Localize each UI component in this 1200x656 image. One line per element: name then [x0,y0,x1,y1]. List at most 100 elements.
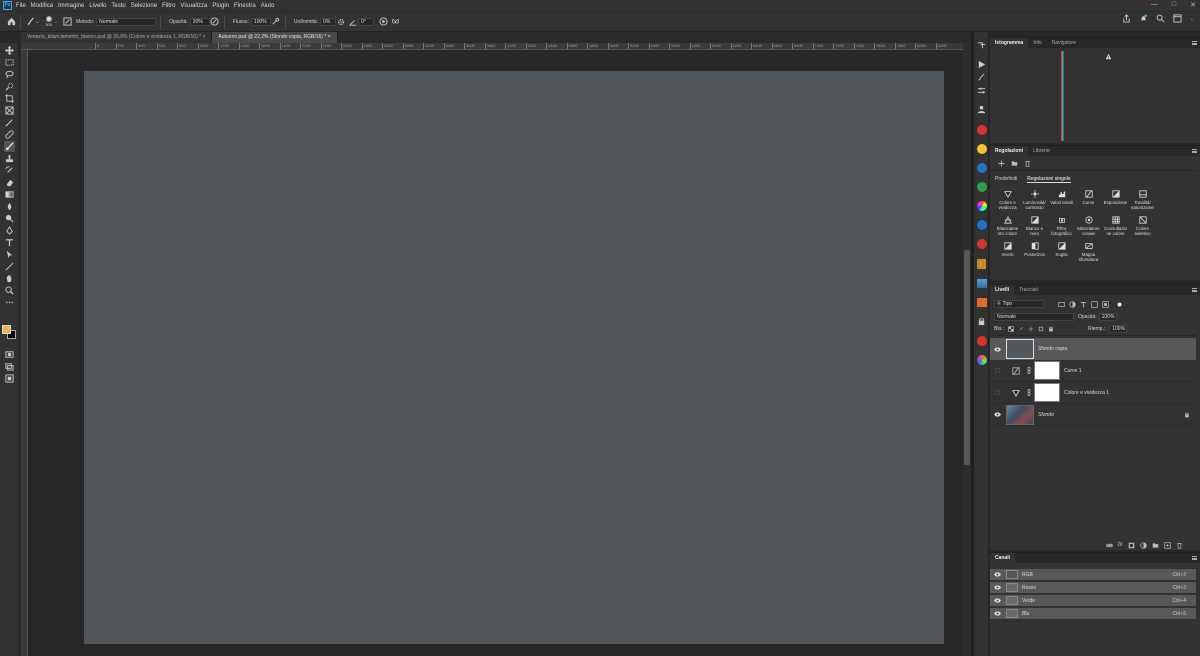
visibility-eye-icon[interactable] [993,410,1002,419]
brush-tool-icon[interactable] [4,141,15,152]
plugin-yellow-icon[interactable] [976,143,987,154]
new-group-folder-icon[interactable] [1152,542,1159,549]
layer-name[interactable]: Sfondo [1038,412,1054,418]
close-icon[interactable]: ✕ [1190,1,1196,9]
plugin-orange-icon[interactable] [976,258,987,269]
blend-mode-select[interactable]: Normale [994,313,1074,321]
warning-icon[interactable] [1105,53,1112,60]
pressure-opacity-icon[interactable] [210,17,220,27]
crop-tool-icon[interactable] [4,93,15,104]
mode-select[interactable]: Normale [96,17,157,26]
panel-menu-icon[interactable] [1192,556,1197,560]
menu-visualizza[interactable]: Visualizza [180,3,207,9]
search-icon[interactable] [1156,14,1165,23]
channel-row-verde[interactable]: Verde Ctrl+4 [990,595,1196,607]
line-tool-icon[interactable] [4,261,15,272]
minimize-icon[interactable]: — [1151,1,1158,9]
tab-autunno[interactable]: Autunno.psd @ 22,2% (Sfondo copia, RGB/1… [212,32,338,43]
healing-brush-tool-icon[interactable] [4,129,15,140]
notifications-bell-icon[interactable] [1139,14,1148,23]
document-canvas[interactable] [84,71,944,644]
filter-toggle-icon[interactable] [1117,302,1122,307]
menu-file[interactable]: File [16,3,26,9]
zoom-tool-icon[interactable] [4,285,15,296]
plugin-landscape-icon[interactable] [976,278,987,289]
menu-immagine[interactable]: Immagine [58,3,84,9]
layer-name[interactable]: Curve 1 [1064,368,1082,374]
adjustment-black-white[interactable]: Bianco e nero [1021,216,1048,236]
mask-link-icon[interactable] [1027,367,1031,374]
adjustment-color-lookup[interactable]: Consultazio ne colore [1102,216,1129,236]
panel-menu-icon[interactable] [1192,288,1197,292]
panel-menu-icon[interactable] [1192,41,1197,45]
mask-link-icon[interactable] [1027,389,1031,396]
foreground-color-swatch[interactable] [2,325,11,334]
folder-icon[interactable] [1011,160,1018,167]
history-icon[interactable] [976,40,987,51]
filter-type-icon[interactable] [1080,301,1087,308]
menu-plugin[interactable]: Plugin [212,3,229,9]
adjustment-selective-color[interactable]: Colore selettivo [1129,216,1156,236]
adjustment-brightness-contrast[interactable]: Luminosità/ contrasto [1021,190,1048,210]
panel-menu-icon[interactable] [1192,149,1197,153]
layer-mask-thumbnail[interactable] [1034,361,1060,380]
brush-settings-icon[interactable] [62,17,72,27]
play-actions-icon[interactable] [976,59,987,70]
plugin-blue-icon[interactable] [976,162,987,173]
opacity-field[interactable]: 30% [189,17,210,26]
move-tool-icon[interactable] [4,45,15,56]
plugin-red-3-icon[interactable] [976,335,987,346]
layer-mask-thumbnail[interactable] [1034,383,1060,402]
tab-navigatore[interactable]: Navigatore [1047,38,1081,48]
visibility-eye-icon[interactable] [993,609,1002,618]
chevron-down-icon[interactable]: ⌄ [1190,16,1194,22]
more-tools-icon[interactable] [4,297,15,308]
menu-finestra[interactable]: Finestra [234,3,256,9]
visibility-eye-icon[interactable] [993,570,1002,579]
tab-regolazioni[interactable]: Regolazioni [990,146,1029,156]
adjustment-gradient-map[interactable]: Mappa sfumatura [1075,242,1102,262]
link-layers-icon[interactable] [1106,542,1113,549]
quick-selection-tool-icon[interactable] [4,81,15,92]
plugin-red-icon[interactable] [976,124,987,135]
clone-stamp-tool-icon[interactable] [4,153,15,164]
filter-smart-object-icon[interactable] [1102,300,1109,308]
eyedropper-tool-icon[interactable] [4,117,15,128]
menu-testo[interactable]: Testo [111,3,125,9]
tab-regolazioni-singole[interactable]: Regolazioni singole [1027,176,1071,183]
add-icon[interactable] [998,160,1005,167]
chevron-down-icon[interactable]: ⌄ [54,19,58,25]
layer-lock-icon[interactable] [1184,412,1190,418]
plugin-blue-2-icon[interactable] [976,219,987,230]
add-mask-icon[interactable] [1128,542,1135,549]
chevron-down-icon[interactable]: ⌄ [35,19,39,25]
blur-tool-icon[interactable] [4,201,15,212]
layer-row-curve-1[interactable]: Curve 1 [990,360,1196,382]
screen-mode-icon[interactable] [4,361,15,372]
menu-selezione[interactable]: Selezione [131,3,157,9]
hand-tool-icon[interactable] [4,273,15,284]
trash-icon[interactable] [1024,160,1031,167]
layer-style-fx-icon[interactable]: fx [1118,542,1123,549]
adjustment-posterize[interactable]: Posterizza [1021,242,1048,262]
properties-sliders-icon[interactable] [976,85,987,96]
plugin-green-icon[interactable] [976,181,987,192]
new-layer-icon[interactable] [1164,542,1171,549]
people-icon[interactable] [976,104,987,115]
adjustment-exposure[interactable]: Esposizione [1102,190,1129,210]
maximize-icon[interactable]: □ [1172,1,1176,9]
eraser-tool-icon[interactable] [4,177,15,188]
tab-librerie[interactable]: Librerie [1028,146,1055,156]
new-adjustment-layer-icon[interactable] [1140,542,1147,549]
filter-pixel-icon[interactable] [1058,301,1065,308]
channel-row-blu[interactable]: Blu Ctrl+5 [990,608,1196,620]
history-brush-tool-icon[interactable] [4,165,15,176]
filter-shape-icon[interactable] [1091,300,1098,308]
scrollbar-thumb[interactable] [964,250,970,465]
delete-layer-trash-icon[interactable] [1176,542,1183,549]
pressure-size-icon[interactable] [378,17,388,27]
adjustment-channel-mixer[interactable]: Miscelatore canale [1075,216,1102,236]
gradient-tool-icon[interactable] [4,189,15,200]
plugin-palette-icon[interactable] [976,354,987,365]
marquee-tool-icon[interactable] [4,57,15,68]
